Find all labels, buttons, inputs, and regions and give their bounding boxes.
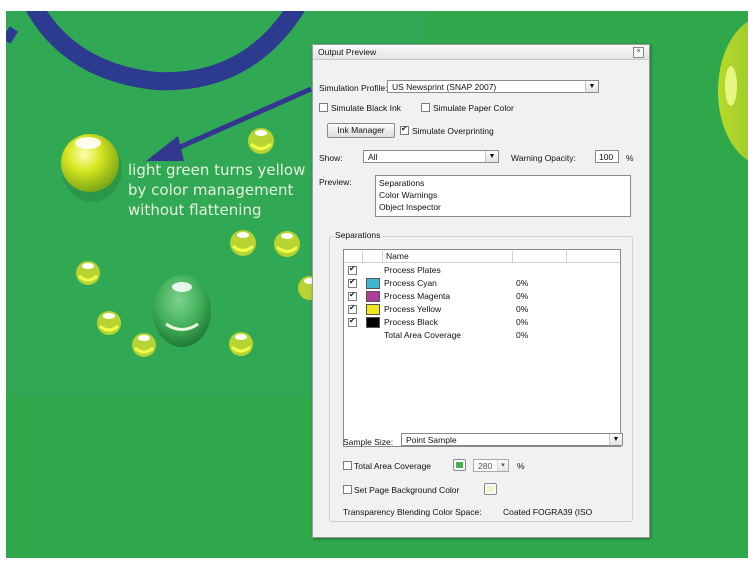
- chevron-down-icon: ▾: [497, 460, 508, 471]
- color-swatch: [366, 278, 380, 289]
- color-swatch: [366, 317, 380, 328]
- row-percent: 0%: [516, 278, 529, 288]
- coverage-value: 280: [478, 461, 493, 471]
- simulate-paper-color-label: Simulate Paper Color: [433, 103, 514, 113]
- simulation-profile-value: US Newsprint (SNAP 2007): [392, 82, 497, 92]
- blending-space-value: Coated FOGRA39 (ISO: [503, 507, 593, 517]
- color-swatch: [366, 304, 380, 315]
- color-swatch: [366, 291, 380, 302]
- row-name: Process Cyan: [384, 278, 437, 288]
- warning-opacity-label: Warning Opacity:: [511, 153, 576, 163]
- preview-item-object-inspector[interactable]: Object Inspector: [379, 202, 441, 212]
- warning-opacity-input[interactable]: 100: [595, 150, 619, 163]
- row-visibility-checkbox[interactable]: [348, 277, 357, 288]
- show-label: Show:: [319, 153, 343, 163]
- coverage-unit: %: [517, 461, 525, 471]
- sample-size-dropdown[interactable]: Point Sample ▼: [401, 433, 623, 446]
- row-visibility-checkbox[interactable]: [348, 290, 357, 301]
- row-visibility-checkbox[interactable]: [348, 316, 357, 327]
- total-area-coverage-checkbox[interactable]: [343, 461, 352, 470]
- row-percent: 0%: [516, 304, 529, 314]
- close-icon[interactable]: ×: [633, 47, 644, 58]
- simulate-overprinting-label: Simulate Overprinting: [412, 126, 494, 136]
- row-visibility-checkbox[interactable]: [348, 264, 357, 275]
- warning-opacity-unit: %: [626, 153, 634, 163]
- row-name: Process Magenta: [384, 291, 451, 301]
- table-header: Name: [344, 250, 620, 263]
- blending-space-label: Transparency Blending Color Space:: [343, 507, 482, 517]
- warning-opacity-value: 100: [599, 152, 614, 162]
- sample-size-value: Point Sample: [406, 435, 457, 445]
- name-column-header[interactable]: Name: [386, 251, 409, 261]
- table-row[interactable]: Process Black 0%: [344, 316, 620, 329]
- panel-title: Output Preview: [318, 47, 377, 57]
- simulate-black-ink-checkbox[interactable]: [319, 103, 328, 112]
- set-page-background-label: Set Page Background Color: [354, 485, 460, 495]
- table-row[interactable]: Total Area Coverage 0%: [344, 329, 620, 342]
- table-row[interactable]: Process Yellow 0%: [344, 303, 620, 316]
- simulation-profile-dropdown[interactable]: US Newsprint (SNAP 2007) ▼: [387, 80, 599, 93]
- simulate-overprinting-checkbox[interactable]: [400, 124, 409, 135]
- simulate-paper-color-checkbox[interactable]: [421, 103, 430, 112]
- table-row[interactable]: Process Cyan 0%: [344, 277, 620, 290]
- chevron-down-icon: ▼: [585, 81, 598, 92]
- row-visibility-checkbox[interactable]: [348, 303, 357, 314]
- show-value: All: [368, 152, 378, 162]
- output-preview-panel: Output Preview × Simulation Profile: US …: [312, 44, 650, 538]
- panel-titlebar[interactable]: Output Preview ×: [313, 45, 649, 60]
- simulate-black-ink-label: Simulate Black Ink: [331, 103, 401, 113]
- row-name: Process Yellow: [384, 304, 442, 314]
- set-page-background-checkbox[interactable]: [343, 485, 352, 494]
- coverage-value-dropdown[interactable]: 280 ▾: [473, 459, 509, 472]
- separations-table: Name Process Plates Process Cyan 0% Proc…: [343, 249, 621, 447]
- row-percent: 0%: [516, 330, 529, 340]
- separations-group-title: Separations: [333, 230, 383, 240]
- page-background-swatch[interactable]: [484, 483, 497, 495]
- artwork-caption: light green turns yellow by color manage…: [128, 160, 318, 220]
- chevron-down-icon: ▼: [609, 434, 622, 445]
- table-row[interactable]: Process Magenta 0%: [344, 290, 620, 303]
- show-dropdown[interactable]: All ▼: [363, 150, 499, 163]
- row-name: Total Area Coverage: [384, 330, 462, 340]
- total-area-coverage-label: Total Area Coverage: [354, 461, 432, 471]
- chevron-down-icon: ▼: [485, 151, 498, 162]
- row-name: Process Black: [384, 317, 438, 327]
- coverage-color-swatch[interactable]: [453, 459, 466, 471]
- caption-line: light green turns yellow: [128, 161, 306, 179]
- simulation-profile-label: Simulation Profile:: [319, 83, 388, 93]
- preview-item-color-warnings[interactable]: Color Warnings: [379, 190, 437, 200]
- row-percent: 0%: [516, 317, 529, 327]
- ink-manager-button[interactable]: Ink Manager: [327, 123, 395, 138]
- preview-label: Preview:: [319, 177, 352, 187]
- row-name: Process Plates: [384, 265, 441, 275]
- sample-size-label: Sample Size:: [343, 437, 394, 447]
- row-percent: 0%: [516, 291, 529, 301]
- preview-mode-list[interactable]: Separations Color Warnings Object Inspec…: [375, 175, 631, 217]
- preview-item-separations[interactable]: Separations: [379, 178, 424, 188]
- table-row[interactable]: Process Plates: [344, 264, 620, 277]
- caption-line: without flattening: [128, 201, 262, 219]
- caption-line: by color management: [128, 181, 294, 199]
